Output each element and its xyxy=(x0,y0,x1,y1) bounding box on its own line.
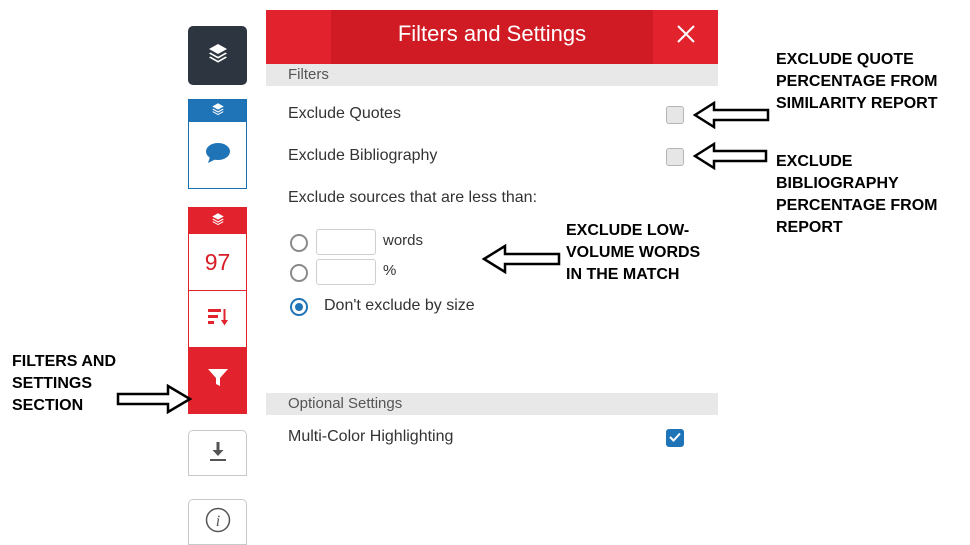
arrow-left-icon xyxy=(692,100,770,130)
checkmark-icon xyxy=(669,429,681,447)
words-unit-label: words xyxy=(383,232,424,249)
match-overview-button[interactable] xyxy=(189,291,246,347)
download-button[interactable] xyxy=(188,430,247,476)
annotation-quote: EXCLUDE QUOTE PERCENTAGE FROM SIMILARITY… xyxy=(776,51,938,112)
info-icon: i xyxy=(205,507,231,538)
panel-title: Filters and Settings xyxy=(331,10,653,64)
percent-unit-label: % xyxy=(383,262,397,279)
info-button[interactable]: i xyxy=(188,499,247,545)
annotation-bibliography: EXCLUDE BIBLIOGRAPHY PERCENTAGE FROM REP… xyxy=(776,153,938,236)
layers-icon xyxy=(211,102,225,121)
comment-icon xyxy=(205,142,231,169)
arrow-left-icon xyxy=(481,243,561,275)
percent-input[interactable] xyxy=(316,259,376,285)
multi-color-label: Multi-Color Highlighting xyxy=(288,428,454,445)
similarity-group: 97 xyxy=(188,207,247,414)
dont-exclude-label: Don't exclude by size xyxy=(324,297,475,314)
arrow-left-icon xyxy=(692,141,768,171)
svg-text:i: i xyxy=(215,513,219,530)
sort-icon xyxy=(207,307,229,332)
exclude-words-radio[interactable] xyxy=(290,234,308,252)
exclude-quotes-label: Exclude Quotes xyxy=(288,105,401,122)
annotation-low-volume: EXCLUDE LOW- VOLUME WORDS IN THE MATCH xyxy=(566,222,701,283)
download-icon xyxy=(208,440,228,467)
optional-settings-heading: Optional Settings xyxy=(266,393,718,415)
exclude-percent-radio[interactable] xyxy=(290,264,308,282)
filters-heading: Filters xyxy=(266,64,718,86)
comments-group-header[interactable] xyxy=(189,100,246,122)
layers-icon xyxy=(207,42,229,69)
words-count-input[interactable] xyxy=(316,229,376,255)
comments-button[interactable] xyxy=(189,122,246,188)
similarity-group-header[interactable] xyxy=(189,208,246,234)
exclude-bibliography-label: Exclude Bibliography xyxy=(288,147,438,164)
arrow-right-icon xyxy=(116,383,193,415)
similarity-score[interactable]: 97 xyxy=(189,234,246,291)
filter-icon xyxy=(207,368,229,393)
layers-button[interactable] xyxy=(188,26,247,85)
dont-exclude-radio[interactable] xyxy=(290,298,308,316)
exclude-sources-label: Exclude sources that are less than: xyxy=(288,189,538,206)
filters-settings-button[interactable] xyxy=(189,347,246,413)
exclude-quotes-checkbox[interactable] xyxy=(666,106,684,124)
exclude-bibliography-checkbox[interactable] xyxy=(666,148,684,166)
annotation-filters-section: FILTERS AND SETTINGS SECTION xyxy=(12,353,116,414)
close-icon xyxy=(676,24,696,49)
layers-icon xyxy=(211,212,225,231)
multi-color-checkbox[interactable] xyxy=(666,429,684,447)
close-button[interactable] xyxy=(664,14,708,58)
comments-group xyxy=(188,99,247,189)
